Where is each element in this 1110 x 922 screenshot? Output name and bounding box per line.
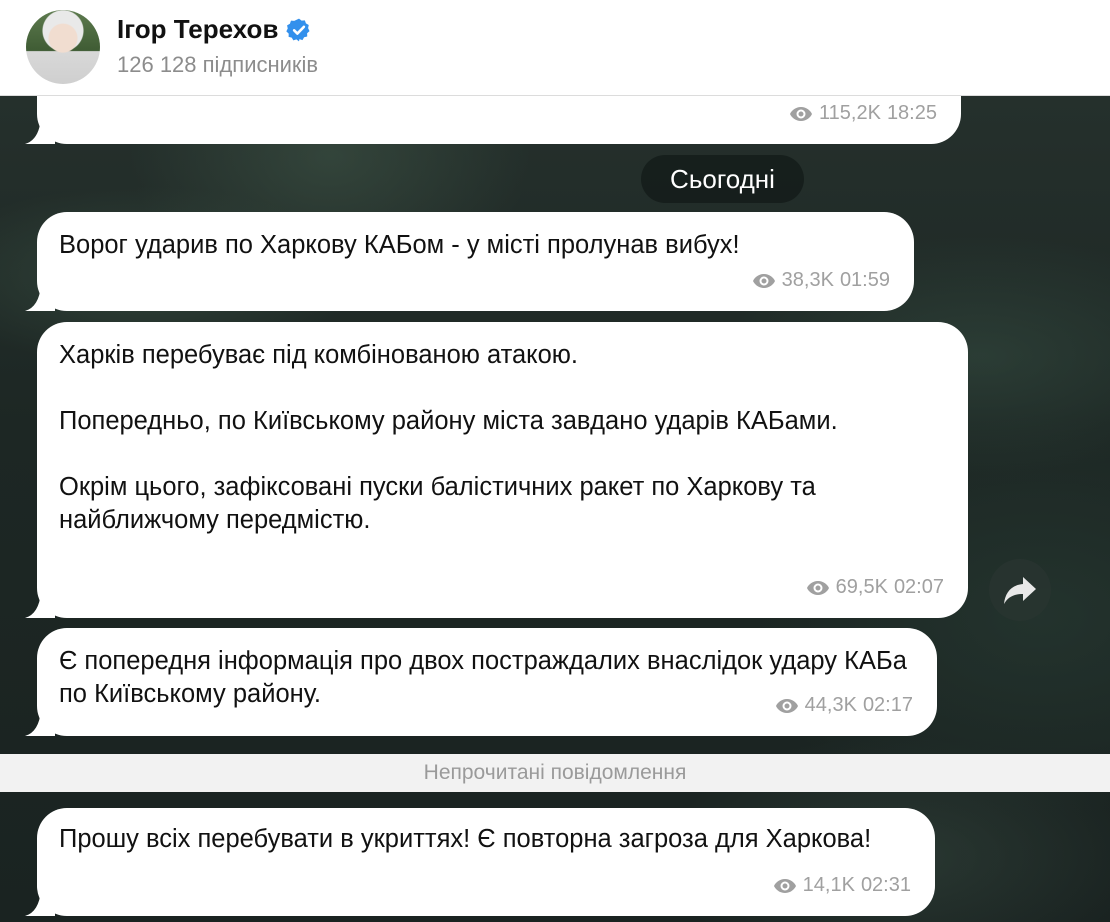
message-bubble[interactable]: Ворог ударив по Харкову КАБом - у місті … (25, 212, 914, 311)
bubble-tail (25, 710, 55, 736)
message-time: 02:17 (862, 694, 913, 716)
message-time: 02:31 (860, 874, 911, 896)
eye-icon (790, 106, 813, 121)
view-count: 115,2K (819, 102, 881, 124)
message-time: 18:25 (886, 102, 937, 124)
message-bubble[interactable]: Є попередня інформація про двох постражд… (25, 628, 937, 736)
message-meta: 14,1K 02:31 (773, 869, 911, 902)
bubble-tail (25, 285, 55, 311)
message-text: Ворог ударив по Харкову КАБом - у місті … (59, 231, 740, 259)
message-meta: 38,3K 01:59 (752, 264, 890, 297)
message-time: 01:59 (839, 269, 890, 291)
message-bubble[interactable]: Прошу всіх перебувати в укриттях! Є повт… (25, 808, 935, 916)
channel-title: Ігор Терехов (117, 14, 312, 45)
unread-messages-divider: Непрочитані повідомлення (0, 754, 1110, 792)
share-button[interactable] (989, 559, 1051, 621)
eye-icon (773, 878, 796, 893)
message-meta: 44,3K 02:17 (775, 689, 913, 722)
eye-icon (775, 698, 798, 713)
bubble-tail (25, 592, 55, 618)
channel-name: Ігор Терехов (117, 14, 279, 44)
date-divider: Сьогодні (641, 155, 804, 203)
message-text: Прошу всіх перебувати в укриттях! Є повт… (59, 825, 872, 853)
eye-icon (752, 273, 775, 288)
share-arrow-icon (1004, 577, 1036, 604)
channel-avatar[interactable] (26, 10, 100, 84)
view-count: 14,1K (802, 874, 855, 896)
channel-header[interactable]: Ігор Терехов 126 128 підписників (0, 0, 1110, 96)
view-count: 38,3K (781, 269, 834, 291)
message-meta: 115,2K 18:25 (789, 97, 937, 130)
bubble-tail (25, 890, 55, 916)
verified-badge-icon (286, 18, 310, 41)
message-bubble[interactable]: Харків перебуває під комбінованою атакою… (25, 322, 968, 618)
bubble-tail (25, 118, 55, 144)
view-count: 44,3K (804, 694, 857, 716)
eye-icon (806, 580, 829, 595)
message-text: Харків перебуває під комбінованою атакою… (59, 341, 838, 534)
message-meta: 69,5K 02:07 (806, 571, 944, 604)
message-time: 02:07 (893, 576, 944, 598)
subscriber-count: 126 128 підписників (117, 52, 319, 77)
view-count: 69,5K (835, 576, 888, 598)
